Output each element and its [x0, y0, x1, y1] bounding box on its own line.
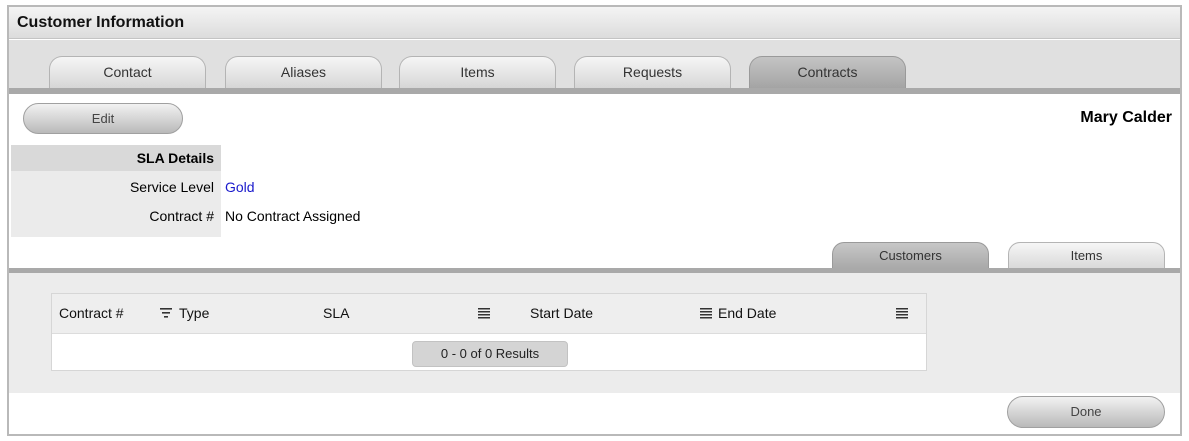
- column-start-date[interactable]: Start Date: [530, 305, 593, 321]
- column-menu-icon[interactable]: [477, 305, 491, 321]
- window-title: Customer Information: [17, 14, 185, 31]
- done-button[interactable]: Done: [1007, 396, 1165, 428]
- subtab-items[interactable]: Items: [1008, 242, 1165, 269]
- subtab-customers[interactable]: Customers: [832, 242, 989, 269]
- column-contract-number[interactable]: Contract #: [59, 305, 124, 321]
- customer-information-window: Customer Information Contact Aliases Ite…: [7, 5, 1182, 436]
- tab-contact[interactable]: Contact: [49, 56, 206, 89]
- tab-requests[interactable]: Requests: [574, 56, 731, 89]
- column-end-date[interactable]: End Date: [718, 305, 776, 321]
- column-type[interactable]: Type: [179, 305, 209, 321]
- service-level-label: Service Level: [129, 179, 214, 195]
- contracts-table: Contract # Type SLA Start Date End Date …: [51, 293, 927, 371]
- results-count: 0 - 0 of 0 Results: [412, 341, 568, 367]
- tab-items[interactable]: Items: [399, 56, 556, 89]
- tab-aliases[interactable]: Aliases: [225, 56, 382, 89]
- filter-lines-icon[interactable]: [159, 305, 173, 321]
- column-sla[interactable]: SLA: [323, 305, 349, 321]
- tab-divider: [9, 88, 1180, 94]
- column-menu-icon[interactable]: [699, 305, 713, 321]
- title-bar: Customer Information: [9, 7, 1180, 39]
- customer-name: Mary Calder: [1080, 109, 1172, 126]
- contract-number-label: Contract #: [149, 208, 214, 224]
- service-level-link[interactable]: Gold: [225, 179, 255, 195]
- sla-details-heading: SLA Details: [136, 150, 214, 166]
- tab-contracts[interactable]: Contracts: [749, 56, 906, 89]
- column-menu-icon[interactable]: [895, 305, 909, 321]
- table-header: Contract # Type SLA Start Date End Date: [52, 294, 926, 334]
- edit-button[interactable]: Edit: [23, 103, 183, 134]
- contract-number-value: No Contract Assigned: [225, 208, 361, 224]
